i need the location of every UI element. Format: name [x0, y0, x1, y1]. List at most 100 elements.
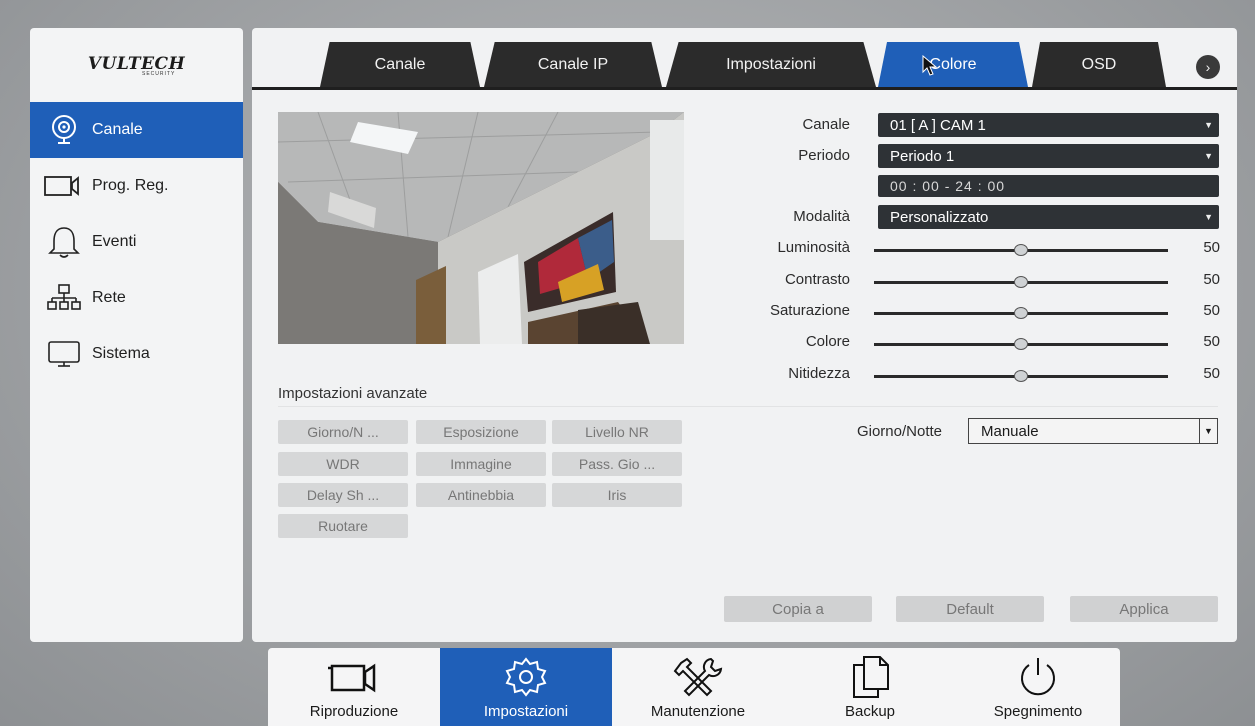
button-label: Ruotare: [318, 518, 368, 534]
sidebar-item-prog-reg[interactable]: Prog. Reg.: [30, 158, 243, 214]
ruotare-button[interactable]: Ruotare: [278, 514, 408, 538]
colore-slider[interactable]: [874, 338, 1168, 350]
tab-bar: Canale Canale IP Impostazioni Colore OSD…: [252, 28, 1237, 90]
wdr-button[interactable]: WDR: [278, 452, 408, 476]
luminosita-label: Luminosità: [777, 239, 850, 256]
mouse-cursor-icon: [922, 54, 940, 82]
default-button[interactable]: Default: [896, 596, 1044, 622]
time-range-field[interactable]: 00 : 00 - 24 : 00: [878, 175, 1219, 197]
tab-label: Canale: [374, 55, 426, 73]
button-label: Esposizione: [443, 424, 519, 440]
luminosita-slider[interactable]: [874, 244, 1168, 256]
tab-label: Canale IP: [537, 55, 609, 73]
bottom-nav-label: Spegnimento: [993, 703, 1083, 720]
video-camera-icon: [324, 655, 384, 699]
modalita-select[interactable]: Personalizzato ▼: [878, 205, 1219, 229]
bottom-nav-backup[interactable]: Backup: [784, 648, 956, 726]
divider: [278, 406, 1218, 407]
button-label: Antinebbia: [447, 487, 515, 503]
giorno-notte-button[interactable]: Giorno/N ...: [278, 420, 408, 444]
nitidezza-label: Nitidezza: [788, 365, 850, 382]
saturazione-slider[interactable]: [874, 307, 1168, 319]
power-icon: [1016, 655, 1060, 699]
button-label: Delay Sh ...: [306, 487, 380, 503]
iris-button[interactable]: Iris: [552, 483, 682, 507]
delay-shutter-button[interactable]: Delay Sh ...: [278, 483, 408, 507]
button-label: Iris: [607, 487, 627, 503]
modalita-label: Modalità: [793, 208, 850, 225]
giorno-notte-value: Manuale: [981, 422, 1039, 440]
nitidezza-value: 50: [1203, 365, 1220, 382]
immagine-button[interactable]: Immagine: [416, 452, 546, 476]
sidebar-item-label: Eventi: [92, 233, 137, 250]
saturazione-label: Saturazione: [769, 302, 850, 319]
bottom-nav-label: Riproduzione: [309, 703, 399, 720]
canale-select[interactable]: 01 [ A ] CAM 1 ▼: [878, 113, 1219, 137]
tab-osd[interactable]: OSD: [1032, 42, 1166, 87]
bottom-nav-manutenzione[interactable]: Manutenzione: [612, 648, 784, 726]
bottom-nav-label: Backup: [844, 703, 896, 720]
giorno-notte-select[interactable]: Manuale ▼: [968, 418, 1218, 444]
logo-subtitle: SECURITY: [142, 71, 176, 77]
canale-label: Canale: [802, 116, 850, 133]
colore-label: Colore: [805, 333, 850, 350]
chevron-down-icon: ▼: [1204, 151, 1213, 161]
contrasto-slider[interactable]: [874, 276, 1168, 288]
video-camera-icon: [44, 168, 84, 204]
pass-giorno-button[interactable]: Pass. Gio ...: [552, 452, 682, 476]
bottom-nav: Riproduzione Impostazioni Manutenzione B…: [268, 648, 1120, 726]
bottom-nav-riproduzione[interactable]: Riproduzione: [268, 648, 440, 726]
bottom-nav-label: Manutenzione: [650, 703, 746, 720]
esposizione-button[interactable]: Esposizione: [416, 420, 546, 444]
camera-lens-icon: [44, 112, 84, 148]
sidebar: VULTECH SECURITY Canale Prog. Reg. Event…: [30, 28, 243, 642]
gear-icon: [501, 655, 551, 699]
tab-canale[interactable]: Canale: [320, 42, 480, 87]
tools-icon: [671, 655, 725, 699]
tab-impostazioni[interactable]: Impostazioni: [666, 42, 876, 87]
periodo-label: Periodo: [798, 147, 850, 164]
sidebar-item-rete[interactable]: Rete: [30, 270, 243, 326]
button-label: Default: [946, 600, 994, 618]
network-icon: [44, 280, 84, 316]
slider-thumb[interactable]: [1014, 338, 1028, 350]
chevron-down-icon: ▼: [1204, 212, 1213, 222]
sidebar-item-eventi[interactable]: Eventi: [30, 214, 243, 270]
contrasto-value: 50: [1203, 271, 1220, 288]
main-panel: Canale Canale IP Impostazioni Colore OSD…: [252, 28, 1237, 642]
button-label: Applica: [1119, 600, 1169, 618]
slider-thumb[interactable]: [1014, 307, 1028, 319]
button-label: Pass. Gio ...: [578, 456, 656, 472]
sidebar-item-label: Prog. Reg.: [92, 177, 169, 194]
copy-to-button[interactable]: Copia a: [724, 596, 872, 622]
bottom-nav-spegnimento[interactable]: Spegnimento: [956, 648, 1120, 726]
button-label: WDR: [326, 456, 360, 472]
time-range-value: 00 : 00 - 24 : 00: [890, 178, 1006, 194]
button-label: Immagine: [450, 456, 512, 472]
slider-thumb[interactable]: [1014, 244, 1028, 256]
tab-colore[interactable]: Colore: [878, 42, 1028, 87]
apply-button[interactable]: Applica: [1070, 596, 1218, 622]
bottom-nav-impostazioni[interactable]: Impostazioni: [440, 648, 612, 726]
nitidezza-slider[interactable]: [874, 370, 1168, 382]
camera-preview: [278, 112, 684, 344]
advanced-settings-title: Impostazioni avanzate: [278, 385, 428, 402]
tab-canale-ip[interactable]: Canale IP: [484, 42, 662, 87]
bell-icon: [44, 224, 84, 260]
saturazione-value: 50: [1203, 302, 1220, 319]
sidebar-item-canale[interactable]: Canale: [30, 102, 243, 158]
sidebar-item-label: Sistema: [92, 345, 150, 362]
button-label: Copia a: [772, 600, 824, 618]
sidebar-item-sistema[interactable]: Sistema: [30, 326, 243, 382]
tab-label: OSD: [1081, 55, 1117, 73]
slider-thumb[interactable]: [1014, 370, 1028, 382]
antinebbia-button[interactable]: Antinebbia: [416, 483, 546, 507]
colore-value: 50: [1203, 333, 1220, 350]
periodo-select[interactable]: Periodo 1 ▼: [878, 144, 1219, 168]
next-tabs-button[interactable]: ›: [1196, 55, 1220, 79]
slider-thumb[interactable]: [1014, 276, 1028, 288]
brand-logo: VULTECH SECURITY: [30, 28, 243, 100]
sidebar-item-label: Canale: [92, 121, 143, 138]
monitor-icon: [44, 336, 84, 372]
livello-nr-button[interactable]: Livello NR: [552, 420, 682, 444]
